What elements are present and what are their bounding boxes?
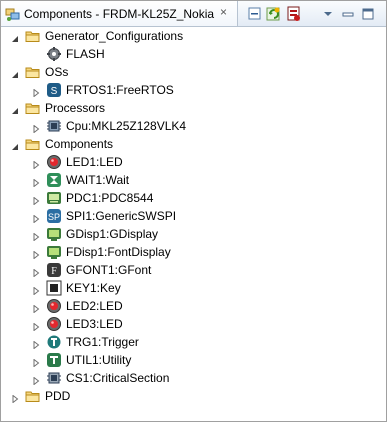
tree-item-label: KEY1:Key [66, 281, 121, 295]
tree-item-label: Components [45, 137, 114, 151]
tree-item[interactable]: KEY1:Key [1, 279, 386, 297]
components-view-icon [5, 6, 21, 25]
tree-item[interactable]: LED3:LED [1, 315, 386, 333]
folder-icon [25, 100, 41, 116]
display-icon [46, 244, 62, 260]
collapsed-arrow-icon[interactable] [32, 176, 40, 188]
lcd-icon [46, 190, 62, 206]
tree-item-label: FDisp1:FontDisplay [66, 245, 171, 259]
tree-item-label: GDisp1:GDisplay [66, 227, 159, 241]
components-view: Components - FRDM-KL25Z_Nokia × Generato… [0, 0, 387, 422]
refresh-icon[interactable] [265, 5, 283, 23]
view-title: Components - FRDM-KL25Z_Nokia [24, 7, 215, 21]
tree-item[interactable]: Processors [1, 99, 386, 117]
expanded-arrow-icon[interactable] [11, 32, 19, 42]
led-icon [46, 316, 62, 332]
collapsed-arrow-icon[interactable] [32, 212, 40, 224]
tree-item[interactable]: PDC1:PDC8544 [1, 189, 386, 207]
key-icon [46, 280, 62, 296]
freertos-icon: S [46, 82, 62, 98]
view-title-bar: Components - FRDM-KL25Z_Nokia × [1, 1, 386, 27]
gear-icon [46, 46, 62, 62]
folder-icon [25, 28, 41, 44]
tree-item-label: LED3:LED [66, 317, 123, 331]
tree-item[interactable]: WAIT1:Wait [1, 171, 386, 189]
collapsed-arrow-icon[interactable] [32, 338, 40, 350]
tree-item-label: Processors [45, 101, 106, 115]
svg-text:S: S [51, 86, 58, 97]
trigger-icon [46, 334, 62, 350]
generate-code-icon[interactable] [285, 5, 303, 23]
wait-icon [46, 172, 62, 188]
display-icon [46, 226, 62, 242]
tree-item-label: FLASH [66, 47, 105, 61]
collapsed-arrow-icon[interactable] [32, 248, 40, 260]
collapsed-arrow-icon[interactable] [32, 374, 40, 386]
collapsed-arrow-icon[interactable] [32, 194, 40, 206]
collapsed-arrow-icon[interactable] [32, 356, 40, 368]
led-icon [46, 298, 62, 314]
collapsed-arrow-icon[interactable] [32, 230, 40, 242]
tree-item-label: LED1:LED [66, 155, 123, 169]
tree-item[interactable]: GDisp1:GDisplay [1, 225, 386, 243]
svg-text:SP: SP [48, 212, 60, 222]
chip-icon [46, 370, 62, 386]
collapsed-arrow-icon[interactable] [32, 122, 40, 134]
collapsed-arrow-icon[interactable] [32, 158, 40, 170]
spi-icon: SP [46, 208, 62, 224]
tree-item-label: SPI1:GenericSWSPI [66, 209, 177, 223]
expanded-arrow-icon[interactable] [11, 140, 19, 150]
tree-item[interactable]: LED1:LED [1, 153, 386, 171]
tree-item-label: OSs [45, 65, 69, 79]
tree-item-label: TRG1:Trigger [66, 335, 139, 349]
led-icon [46, 154, 62, 170]
utility-icon [46, 352, 62, 368]
collapsed-arrow-icon[interactable] [32, 302, 40, 314]
svg-text:F: F [51, 266, 57, 277]
tree-item-label: WAIT1:Wait [66, 173, 130, 187]
tree-item[interactable]: PDD [1, 387, 386, 405]
collapsed-arrow-icon[interactable] [32, 320, 40, 332]
tree-item[interactable]: UTIL1:Utility [1, 351, 386, 369]
components-tab[interactable]: Components - FRDM-KL25Z_Nokia × [1, 1, 238, 26]
tree-item-label: UTIL1:Utility [66, 353, 132, 367]
tree-item[interactable]: Cpu:MKL25Z128VLK4 [1, 117, 386, 135]
tree-item-label: Cpu:MKL25Z128VLK4 [66, 119, 187, 133]
tree-item-label: LED2:LED [66, 299, 123, 313]
tree-item[interactable]: S FRTOS1:FreeRTOS [1, 81, 386, 99]
collapsed-arrow-icon[interactable] [11, 392, 19, 404]
font-icon: F [46, 262, 62, 278]
expanded-arrow-icon[interactable] [11, 68, 19, 78]
tree-item[interactable]: F GFONT1:GFont [1, 261, 386, 279]
collapse-all-icon[interactable] [246, 5, 264, 23]
collapsed-arrow-icon[interactable] [32, 266, 40, 278]
folder-icon [25, 388, 41, 404]
collapsed-arrow-icon[interactable] [32, 284, 40, 296]
tree-item[interactable]: Components [1, 135, 386, 153]
tree-item-label: CS1:CriticalSection [66, 371, 170, 385]
tree-item[interactable]: CS1:CriticalSection [1, 369, 386, 387]
tree-item[interactable]: TRG1:Trigger [1, 333, 386, 351]
tree-item-label: Generator_Configurations [45, 29, 184, 43]
expanded-arrow-icon[interactable] [11, 104, 19, 114]
cpu-chip-icon [46, 118, 62, 134]
tree-item-label: FRTOS1:FreeRTOS [66, 83, 174, 97]
folder-icon [25, 64, 41, 80]
minimize-icon[interactable] [339, 5, 357, 23]
tree-item[interactable]: Generator_Configurations [1, 27, 386, 45]
view-menu-icon[interactable] [319, 5, 337, 23]
tree-item-label: GFONT1:GFont [66, 263, 152, 277]
tree-item[interactable]: SP SPI1:GenericSWSPI [1, 207, 386, 225]
tree-item[interactable]: FDisp1:FontDisplay [1, 243, 386, 261]
tree-item-label: PDC1:PDC8544 [66, 191, 154, 205]
tree-item[interactable]: FLASH [1, 45, 386, 63]
close-icon[interactable]: × [217, 6, 230, 19]
maximize-icon[interactable] [359, 5, 377, 23]
tree-item-label: PDD [45, 389, 71, 403]
folder-icon [25, 136, 41, 152]
collapsed-arrow-icon[interactable] [32, 86, 40, 98]
tree-item[interactable]: LED2:LED [1, 297, 386, 315]
tree-item[interactable]: OSs [1, 63, 386, 81]
